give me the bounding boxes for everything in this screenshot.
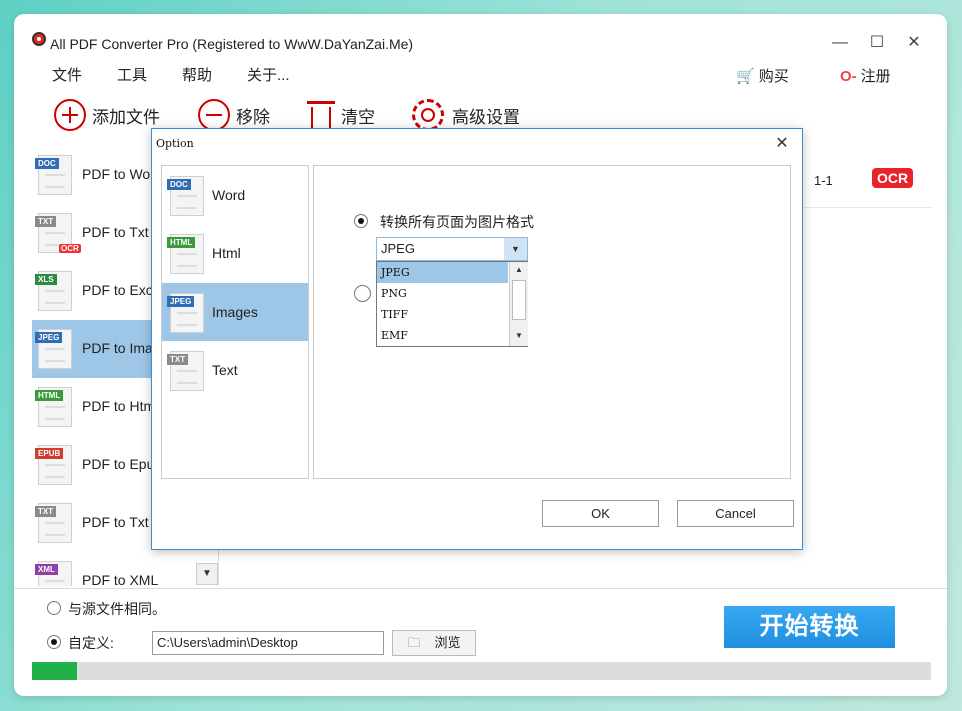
clear-label: 清空	[341, 107, 375, 127]
add-files-label: 添加文件	[92, 107, 160, 127]
category-label: Word	[212, 187, 246, 203]
jpeg-file-icon: JPEG	[167, 293, 204, 333]
sidebar-item-label: PDF to XML	[82, 572, 159, 586]
remove-label: 移除	[236, 107, 270, 127]
menu-file[interactable]: 文件	[52, 64, 82, 85]
dropdown-scrollbar[interactable]: ▲ ▼	[509, 262, 528, 346]
file-tag: DOC	[35, 158, 59, 169]
browse-label: 浏览	[434, 635, 461, 650]
file-tag: TXT	[35, 216, 57, 227]
sidebar-item-label: PDF to Txt	[82, 514, 149, 530]
category-text[interactable]: TXT Text	[162, 341, 308, 399]
plus-circle-icon	[54, 99, 86, 131]
register-link[interactable]: O- 注册	[840, 65, 891, 86]
category-images[interactable]: JPEG Images	[162, 283, 308, 341]
sidebar-scroll-down-button[interactable]: ▼	[196, 563, 218, 585]
sidebar-item-pdf-to-xml[interactable]: XML PDF to XML	[32, 552, 218, 586]
folder-icon: 🗀	[407, 635, 421, 650]
custom-path-label: 自定义:	[68, 635, 114, 651]
advanced-settings-button[interactable]: 高级设置	[412, 98, 520, 132]
file-tag: JPEG	[167, 296, 195, 307]
xls-file-icon: XLS	[35, 271, 72, 311]
html-file-icon: HTML	[167, 234, 204, 274]
category-label: Images	[212, 304, 258, 320]
format-category-list: DOC Word HTML Html JPEG Images TXT Text	[161, 165, 309, 479]
output-path-input[interactable]: C:\Users\admin\Desktop	[152, 631, 384, 655]
image-format-dropdown: JPEG PNG TIFF EMF ▲ ▼	[376, 261, 528, 347]
ok-button[interactable]: OK	[542, 500, 659, 527]
menu-about[interactable]: 关于...	[247, 64, 290, 85]
trash-icon	[307, 99, 335, 131]
same-as-source-label: 与源文件相同。	[68, 601, 166, 617]
ocr-mini-badge: OCR	[59, 244, 81, 253]
file-tag: DOC	[167, 179, 191, 190]
doc-file-icon: DOC	[167, 176, 204, 216]
gear-icon	[412, 99, 444, 131]
category-label: Html	[212, 245, 241, 261]
minimize-button[interactable]: —	[829, 32, 851, 54]
key-icon: O-	[840, 68, 857, 85]
chevron-down-icon[interactable]: ▼	[504, 238, 527, 260]
start-convert-button[interactable]: 开始转换	[724, 606, 895, 648]
close-button[interactable]: ✕	[903, 32, 925, 54]
file-tag: JPEG	[35, 332, 63, 343]
scroll-down-icon[interactable]: ▼	[510, 328, 528, 344]
add-files-button[interactable]: 添加文件	[54, 98, 160, 132]
progress-bar	[32, 662, 931, 680]
sidebar-item-label: PDF to Html	[82, 398, 159, 414]
buy-link[interactable]: 🛒 购买	[736, 65, 789, 86]
option-dialog: Option ✕ DOC Word HTML Html JPEG Images …	[151, 128, 803, 550]
format-option-emf[interactable]: EMF	[377, 325, 508, 346]
file-tag: XML	[35, 564, 58, 575]
browse-button[interactable]: 🗀 浏览	[392, 630, 476, 656]
doc-file-icon: DOC	[35, 155, 72, 195]
xml-file-icon: XML	[35, 561, 72, 586]
second-option-radio[interactable]	[354, 285, 371, 302]
register-label: 注册	[860, 68, 891, 85]
txt-file-icon: TXT	[167, 351, 204, 391]
advanced-settings-label: 高级设置	[452, 107, 520, 127]
ocr-badge[interactable]: OCR	[872, 168, 914, 188]
category-label: Text	[212, 362, 238, 378]
cancel-button[interactable]: Cancel	[677, 500, 794, 527]
same-as-source-radio[interactable]	[47, 601, 61, 615]
category-html[interactable]: HTML Html	[162, 224, 308, 282]
page-range: 1-1	[814, 173, 833, 188]
progress-fill	[32, 662, 77, 680]
window-title: All PDF Converter Pro (Registered to WwW…	[50, 36, 414, 52]
file-tag: TXT	[167, 354, 189, 365]
remove-button[interactable]: 移除	[198, 98, 270, 132]
dialog-close-button[interactable]: ✕	[772, 133, 792, 153]
cart-icon: 🛒	[736, 68, 755, 85]
all-pages-images-radio[interactable]	[354, 214, 368, 228]
txt-file-icon: TXT OCR	[35, 213, 81, 253]
html-file-icon: HTML	[35, 387, 72, 427]
app-logo-icon	[32, 32, 46, 46]
buy-label: 购买	[758, 68, 789, 85]
custom-path-radio[interactable]	[47, 635, 61, 649]
jpeg-file-icon: JPEG	[35, 329, 72, 369]
file-tag: HTML	[35, 390, 64, 401]
menu-help[interactable]: 帮助	[182, 64, 212, 85]
format-option-png[interactable]: PNG	[377, 283, 508, 304]
sidebar-item-label: PDF to Txt	[82, 224, 149, 240]
menu-tools[interactable]: 工具	[117, 64, 147, 85]
format-option-jpeg[interactable]: JPEG	[377, 262, 508, 283]
minus-circle-icon	[198, 99, 230, 131]
file-tag: EPUB	[35, 448, 64, 459]
maximize-button[interactable]: ☐	[866, 32, 888, 54]
file-tag: XLS	[35, 274, 57, 285]
file-tag: HTML	[167, 237, 196, 248]
dialog-title: Option	[156, 137, 194, 150]
category-word[interactable]: DOC Word	[162, 166, 308, 224]
epub-file-icon: EPUB	[35, 445, 72, 485]
txt-file-icon: TXT	[35, 503, 72, 543]
format-option-tiff[interactable]: TIFF	[377, 304, 508, 325]
scroll-thumb[interactable]	[512, 280, 526, 320]
all-pages-images-label: 转换所有页面为图片格式	[380, 214, 534, 230]
clear-button[interactable]: 清空	[307, 98, 375, 132]
file-tag: TXT	[35, 506, 57, 517]
scroll-up-icon[interactable]: ▲	[510, 262, 528, 278]
